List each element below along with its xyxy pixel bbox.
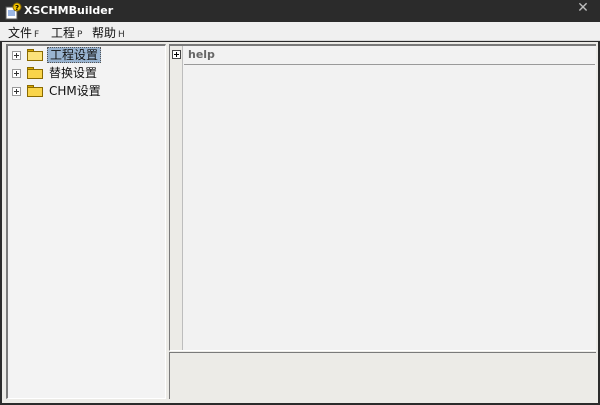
menu-help-accel: H [118, 30, 125, 40]
app-icon: ? [5, 2, 22, 20]
client-area: 工程设置 替换设置 CHM设置 help [2, 42, 598, 403]
bottom-panel [169, 352, 596, 399]
app-window: ? XSCHMBuilder ✕ 文件 F 工程 P 帮助 H 工程设置 替换设置 C… [0, 0, 600, 405]
settings-tree[interactable]: 工程设置 替换设置 CHM设置 [6, 44, 166, 399]
folder-open-icon [27, 49, 43, 61]
tree-item-label: CHM设置 [49, 84, 101, 98]
menu-project-accel: P [77, 30, 83, 40]
tree-item-label: 替换设置 [49, 66, 98, 80]
tree-item-chm-settings[interactable]: CHM设置 [10, 83, 160, 100]
menu-project-label: 工程 [51, 26, 76, 40]
menu-file-accel: F [34, 30, 40, 40]
expand-icon[interactable] [12, 69, 21, 78]
panel-gutter [170, 46, 183, 350]
close-button[interactable]: ✕ [572, 0, 594, 18]
svg-text:?: ? [15, 4, 19, 12]
help-panel-title: help [188, 48, 215, 61]
menu-help[interactable]: 帮助 H [92, 24, 125, 41]
expand-icon[interactable] [12, 51, 21, 60]
menu-bar: 文件 F 工程 P 帮助 H [0, 22, 600, 41]
tree-item-project-settings[interactable]: 工程设置 [10, 47, 160, 64]
expand-icon[interactable] [172, 50, 181, 59]
help-panel-header[interactable]: help [184, 46, 595, 65]
menu-project[interactable]: 工程 P [51, 24, 82, 41]
folder-icon [27, 67, 43, 79]
expand-icon[interactable] [12, 87, 21, 96]
help-panel: help [169, 44, 596, 351]
menu-file[interactable]: 文件 F [8, 24, 39, 41]
menu-help-label: 帮助 [92, 26, 117, 40]
menu-file-label: 文件 [8, 26, 33, 40]
title-bar[interactable]: ? XSCHMBuilder ✕ [0, 0, 600, 22]
folder-icon [27, 85, 43, 97]
window-title: XSCHMBuilder [24, 4, 114, 17]
tree-item-replace-settings[interactable]: 替换设置 [10, 65, 160, 82]
tree-item-label: 工程设置 [47, 47, 102, 63]
